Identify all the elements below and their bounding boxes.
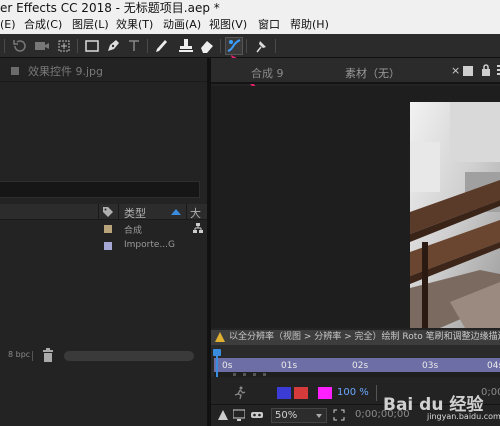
menu-window[interactable]: 窗口 [258, 16, 280, 34]
project-scrollbar[interactable] [64, 351, 194, 361]
monitor-icon[interactable] [233, 409, 245, 421]
frame-marker [243, 373, 246, 376]
warning-text: 以全分辨率（视图 > 分辨率 > 完全）绘制 Roto 笔刷和调整边缘描边以 [229, 332, 500, 342]
time-tick: 01s [281, 361, 298, 371]
column-type-header[interactable]: 类型 [124, 205, 146, 221]
pen-icon[interactable] [105, 38, 121, 54]
menu-bar: (E) 合成(C) 图层(L) 效果(T) 动画(A) 视图(V) 窗口 帮助(… [0, 16, 500, 34]
panel-menu-icon[interactable] [463, 66, 473, 76]
running-man-icon[interactable] [233, 386, 247, 400]
footer-divider [32, 351, 33, 361]
bpc-indicator[interactable]: 8 bpc [8, 350, 30, 359]
row-type: Importe...G [124, 240, 175, 250]
always-preview-icon[interactable] [217, 409, 229, 421]
menu-effect[interactable]: 效果(T) [116, 16, 153, 34]
brush-icon[interactable] [154, 38, 170, 54]
project-row[interactable]: Importe...G [0, 238, 207, 254]
time-tick: 04s [487, 361, 500, 371]
effects-panel-label: 效果控件 9.jpg [28, 65, 104, 78]
time-ruler[interactable]: 0s 01s 02s 03s 04s [211, 345, 500, 377]
end-time: 0;00 [481, 387, 500, 398]
window-title: er Effects CC 2018 - 无标题项目.aep * [0, 0, 500, 16]
camera-icon[interactable] [34, 38, 50, 54]
view-percent[interactable]: 100 % [337, 387, 369, 398]
lock-icon[interactable] [481, 64, 491, 76]
rectangle-icon[interactable] [84, 38, 100, 54]
roto-warning-bar: 以全分辨率（视图 > 分辨率 > 完全）绘制 Roto 笔刷和调整边缘描边以 [211, 330, 500, 345]
toolbar-divider [275, 39, 276, 53]
menu-composition[interactable]: 合成(C) [24, 16, 62, 34]
tab-footage[interactable]: 素材（无） [345, 65, 400, 81]
effects-panel-tab[interactable]: 效果控件 9.jpg [0, 58, 207, 82]
column-divider [118, 204, 119, 220]
toolbar-divider [77, 39, 78, 53]
footage-image [410, 102, 500, 328]
menu-layer[interactable]: 图层(L) [72, 16, 109, 34]
project-row[interactable]: 合成 [0, 221, 207, 237]
sort-ascending-icon [171, 209, 181, 215]
controls-divider [376, 385, 377, 401]
type-icon[interactable] [126, 38, 142, 54]
chevron-down-icon [316, 414, 322, 418]
frame-marker [233, 373, 236, 376]
time-tick: 02s [352, 361, 369, 371]
label-color-swatch[interactable] [104, 225, 112, 233]
time-tick: 0s [222, 361, 233, 371]
vr-icon[interactable] [251, 409, 263, 421]
menu-help[interactable]: 帮助(H) [290, 16, 329, 34]
column-divider [186, 204, 187, 220]
menu-edit[interactable]: (E) [0, 16, 16, 34]
project-list-header: 类型 大 [0, 204, 207, 220]
toolbar-divider [147, 39, 148, 53]
menu-view[interactable]: 视图(V) [209, 16, 247, 34]
close-icon[interactable]: × [451, 64, 460, 77]
warning-icon [215, 332, 225, 342]
rotate-icon[interactable] [12, 38, 28, 54]
menu-animation[interactable]: 动画(A) [163, 16, 201, 34]
playhead-handle[interactable] [213, 349, 221, 356]
time-tick: 03s [422, 361, 439, 371]
work-area-bar[interactable] [214, 372, 500, 377]
column-divider [98, 204, 99, 220]
viewer-tab-bar: 合成 9 素材（无） × [211, 58, 500, 84]
panel-menu-icon [11, 67, 19, 75]
label-tag-icon[interactable] [102, 206, 114, 218]
tab-composition[interactable]: 合成 9 [251, 65, 284, 81]
blue-view-button[interactable] [277, 387, 291, 399]
frame-marker [253, 373, 256, 376]
clone-stamp-icon[interactable] [178, 38, 194, 54]
frame-marker [263, 373, 266, 376]
trash-icon[interactable] [42, 348, 54, 362]
fit-icon[interactable] [333, 409, 345, 421]
pan-behind-icon[interactable] [56, 38, 72, 54]
toolbar-divider [220, 39, 221, 53]
watermark-brand: Bai du 经验 [383, 395, 484, 415]
flowchart-icon[interactable] [193, 223, 203, 233]
row-type: 合成 [124, 226, 143, 236]
toolbar-divider [4, 39, 5, 53]
label-color-swatch[interactable] [104, 242, 112, 250]
column-size-header[interactable]: 大 [190, 205, 201, 221]
project-search-input[interactable] [0, 181, 200, 198]
eraser-icon[interactable] [199, 38, 215, 54]
magenta-view-button[interactable] [318, 387, 332, 399]
red-view-button[interactable] [294, 387, 308, 399]
